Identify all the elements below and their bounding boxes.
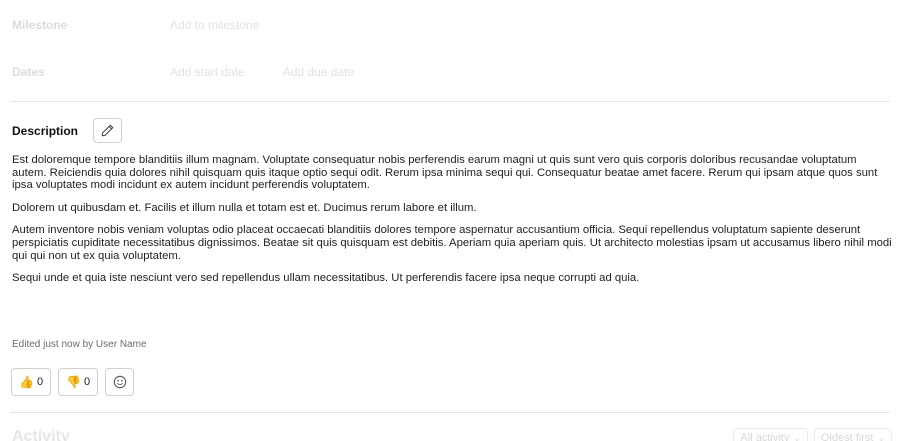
- add-to-milestone-link[interactable]: Add to milestone: [170, 18, 259, 32]
- description-title: Description: [12, 123, 79, 138]
- dates-label: Dates: [12, 65, 45, 79]
- thumbs-up-count: 0: [36, 376, 44, 388]
- description-paragraph: Sequi unde et quia iste nesciunt vero se…: [12, 272, 640, 285]
- chevron-down-icon: ⌄: [877, 432, 885, 441]
- pencil-icon: [101, 124, 114, 137]
- thumbs-up-button[interactable]: 👍 0: [11, 368, 52, 396]
- chevron-down-icon: ⌄: [793, 432, 801, 441]
- thumbs-down-count: 0: [84, 376, 91, 388]
- description-body: Est doloremque tempore blanditiis illum …: [12, 154, 892, 295]
- description-header: Description: [12, 118, 123, 143]
- thumbs-up-icon: 👍: [19, 375, 34, 389]
- description-paragraph: Est doloremque tempore blanditiis illum …: [12, 154, 878, 192]
- add-due-date-link[interactable]: Add due date: [283, 65, 354, 79]
- description-paragraph: Dolorem ut quibusdam et. Facilis et illu…: [12, 201, 477, 214]
- activity-sort-dropdown[interactable]: Oldest first ⌄: [813, 428, 892, 441]
- thumbs-down-button[interactable]: 👎 0: [58, 368, 99, 396]
- section-divider: [10, 101, 890, 102]
- description-paragraph: Autem inventore nobis veniam voluptas od…: [12, 224, 892, 262]
- edited-note-text: Edited just now by User Name: [12, 339, 147, 350]
- dates-row: Dates Add start date Add due date: [12, 65, 392, 79]
- reactions-bar: 👍 0 👎 0: [11, 368, 135, 396]
- edited-note: Edited just now by User Name: [12, 339, 147, 350]
- smiley-icon: [113, 375, 126, 389]
- activity-filter-label: All activity: [740, 432, 790, 441]
- add-reaction-button[interactable]: [105, 368, 135, 396]
- edit-description-button[interactable]: [93, 118, 123, 143]
- activity-title: Activity: [12, 428, 70, 441]
- milestone-row: Milestone Add to milestone: [12, 18, 297, 32]
- activity-sort-label: Oldest first: [820, 432, 874, 441]
- activity-controls: All activity ⌄ Oldest first ⌄: [733, 428, 892, 441]
- thumbs-down-icon: 👎: [66, 375, 82, 389]
- milestone-label: Milestone: [12, 18, 68, 32]
- activity-filter-dropdown[interactable]: All activity ⌄: [733, 428, 808, 441]
- add-start-date-link[interactable]: Add start date: [170, 65, 245, 79]
- section-divider: [10, 412, 890, 413]
